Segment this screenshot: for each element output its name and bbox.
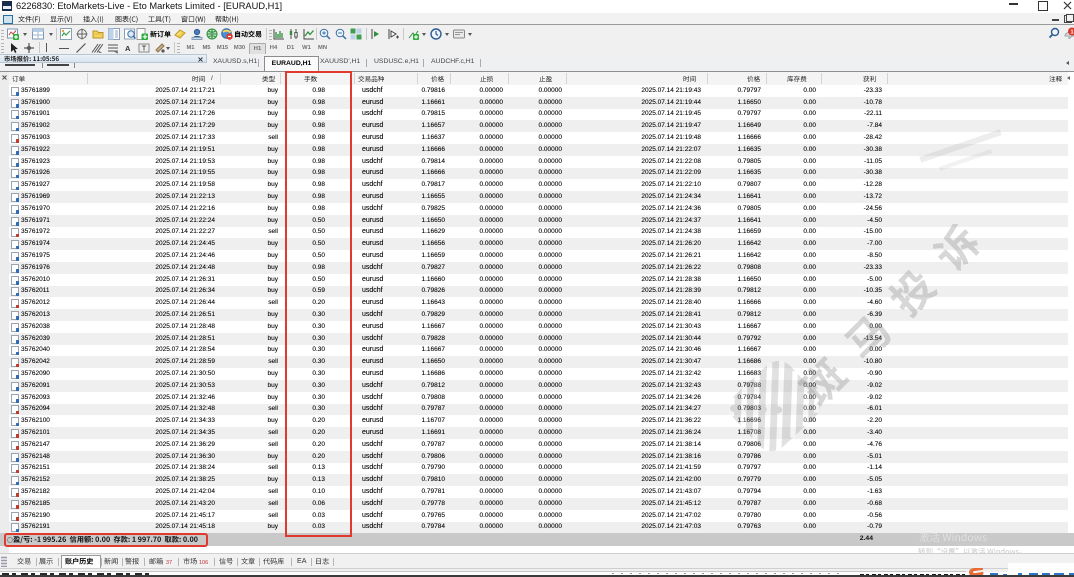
svg-text:1: 1 [1070,30,1073,36]
